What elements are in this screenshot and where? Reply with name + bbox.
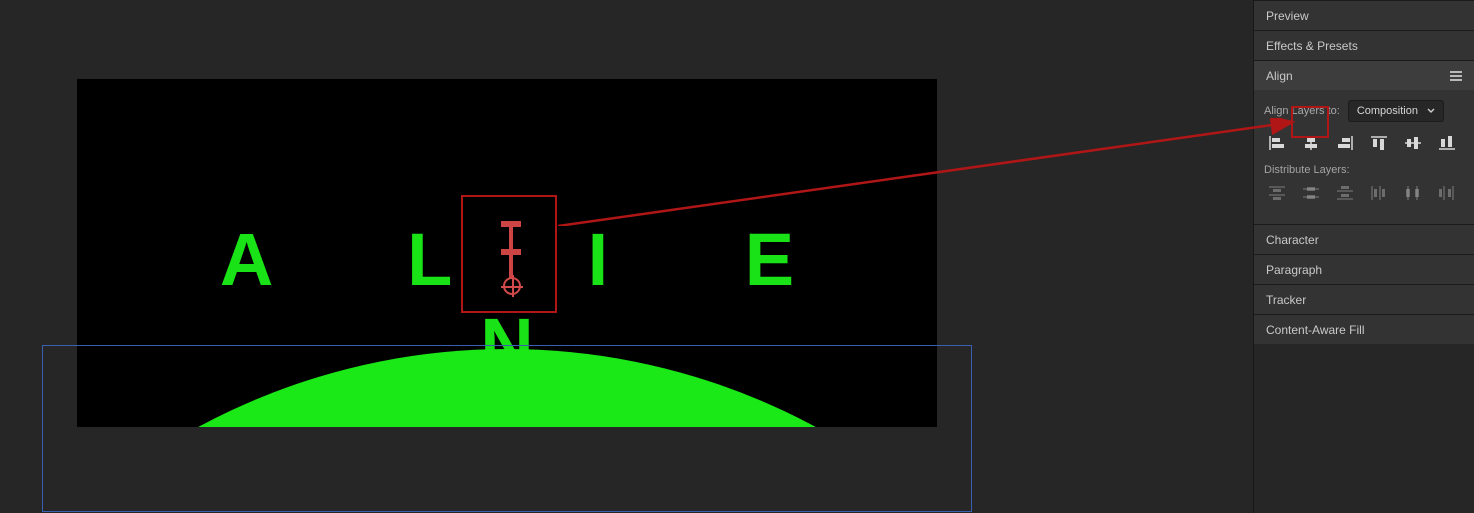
layer-selection-bounds xyxy=(42,345,972,512)
distribute-right-icon xyxy=(1438,185,1456,201)
panel-title: Tracker xyxy=(1266,293,1306,307)
panel-title: Character xyxy=(1266,233,1319,247)
align-top-button[interactable] xyxy=(1366,132,1392,154)
panel-header-paragraph[interactable]: Paragraph xyxy=(1254,254,1474,284)
distribute-top-button[interactable] xyxy=(1264,182,1290,204)
panel-title: Paragraph xyxy=(1266,263,1322,277)
annotation-highlight-letter xyxy=(461,195,557,313)
panel-title: Content-Aware Fill xyxy=(1266,323,1364,337)
panel-title: Preview xyxy=(1266,9,1309,23)
align-bottom-button[interactable] xyxy=(1434,132,1460,154)
distribute-horizontal-center-button[interactable] xyxy=(1400,182,1426,204)
align-right-button[interactable] xyxy=(1332,132,1358,154)
distribute-horizontal-center-icon xyxy=(1404,185,1422,201)
distribute-buttons-row xyxy=(1264,182,1464,204)
align-top-icon xyxy=(1370,135,1388,151)
panel-header-align[interactable]: Align xyxy=(1254,60,1474,90)
align-left-icon xyxy=(1268,135,1286,151)
panel-header-preview[interactable]: Preview xyxy=(1254,0,1474,30)
panel-body-align: Align Layers to: Composition xyxy=(1254,90,1474,224)
align-bottom-icon xyxy=(1438,135,1456,151)
align-vertical-center-icon xyxy=(1404,135,1422,151)
distribute-top-icon xyxy=(1268,185,1286,201)
distribute-vertical-center-icon xyxy=(1302,185,1320,201)
distribute-right-button[interactable] xyxy=(1434,182,1460,204)
distribute-vertical-center-button[interactable] xyxy=(1298,182,1324,204)
panel-header-content-aware-fill[interactable]: Content-Aware Fill xyxy=(1254,314,1474,344)
distribute-bottom-button[interactable] xyxy=(1332,182,1358,204)
panel-header-character[interactable]: Character xyxy=(1254,224,1474,254)
distribute-left-icon xyxy=(1370,185,1388,201)
panel-title: Align xyxy=(1266,69,1293,83)
panel-header-effects-presets[interactable]: Effects & Presets xyxy=(1254,30,1474,60)
align-vertical-center-button[interactable] xyxy=(1400,132,1426,154)
align-target-dropdown[interactable]: Composition xyxy=(1348,100,1444,122)
align-target-value: Composition xyxy=(1357,105,1418,117)
distribute-bottom-icon xyxy=(1336,185,1354,201)
annotation-highlight-align-button xyxy=(1291,106,1329,138)
align-right-icon xyxy=(1336,135,1354,151)
distribute-left-button[interactable] xyxy=(1366,182,1392,204)
panel-header-tracker[interactable]: Tracker xyxy=(1254,284,1474,314)
align-left-button[interactable] xyxy=(1264,132,1290,154)
chevron-down-icon xyxy=(1427,107,1435,115)
panel-menu-icon[interactable] xyxy=(1450,71,1462,81)
panel-stack-right: Preview Effects & Presets Align Align La… xyxy=(1253,0,1474,513)
distribute-layers-label: Distribute Layers: xyxy=(1264,164,1464,176)
panel-title: Effects & Presets xyxy=(1266,39,1358,53)
composition-viewport[interactable]: A L I E N xyxy=(0,0,1253,513)
